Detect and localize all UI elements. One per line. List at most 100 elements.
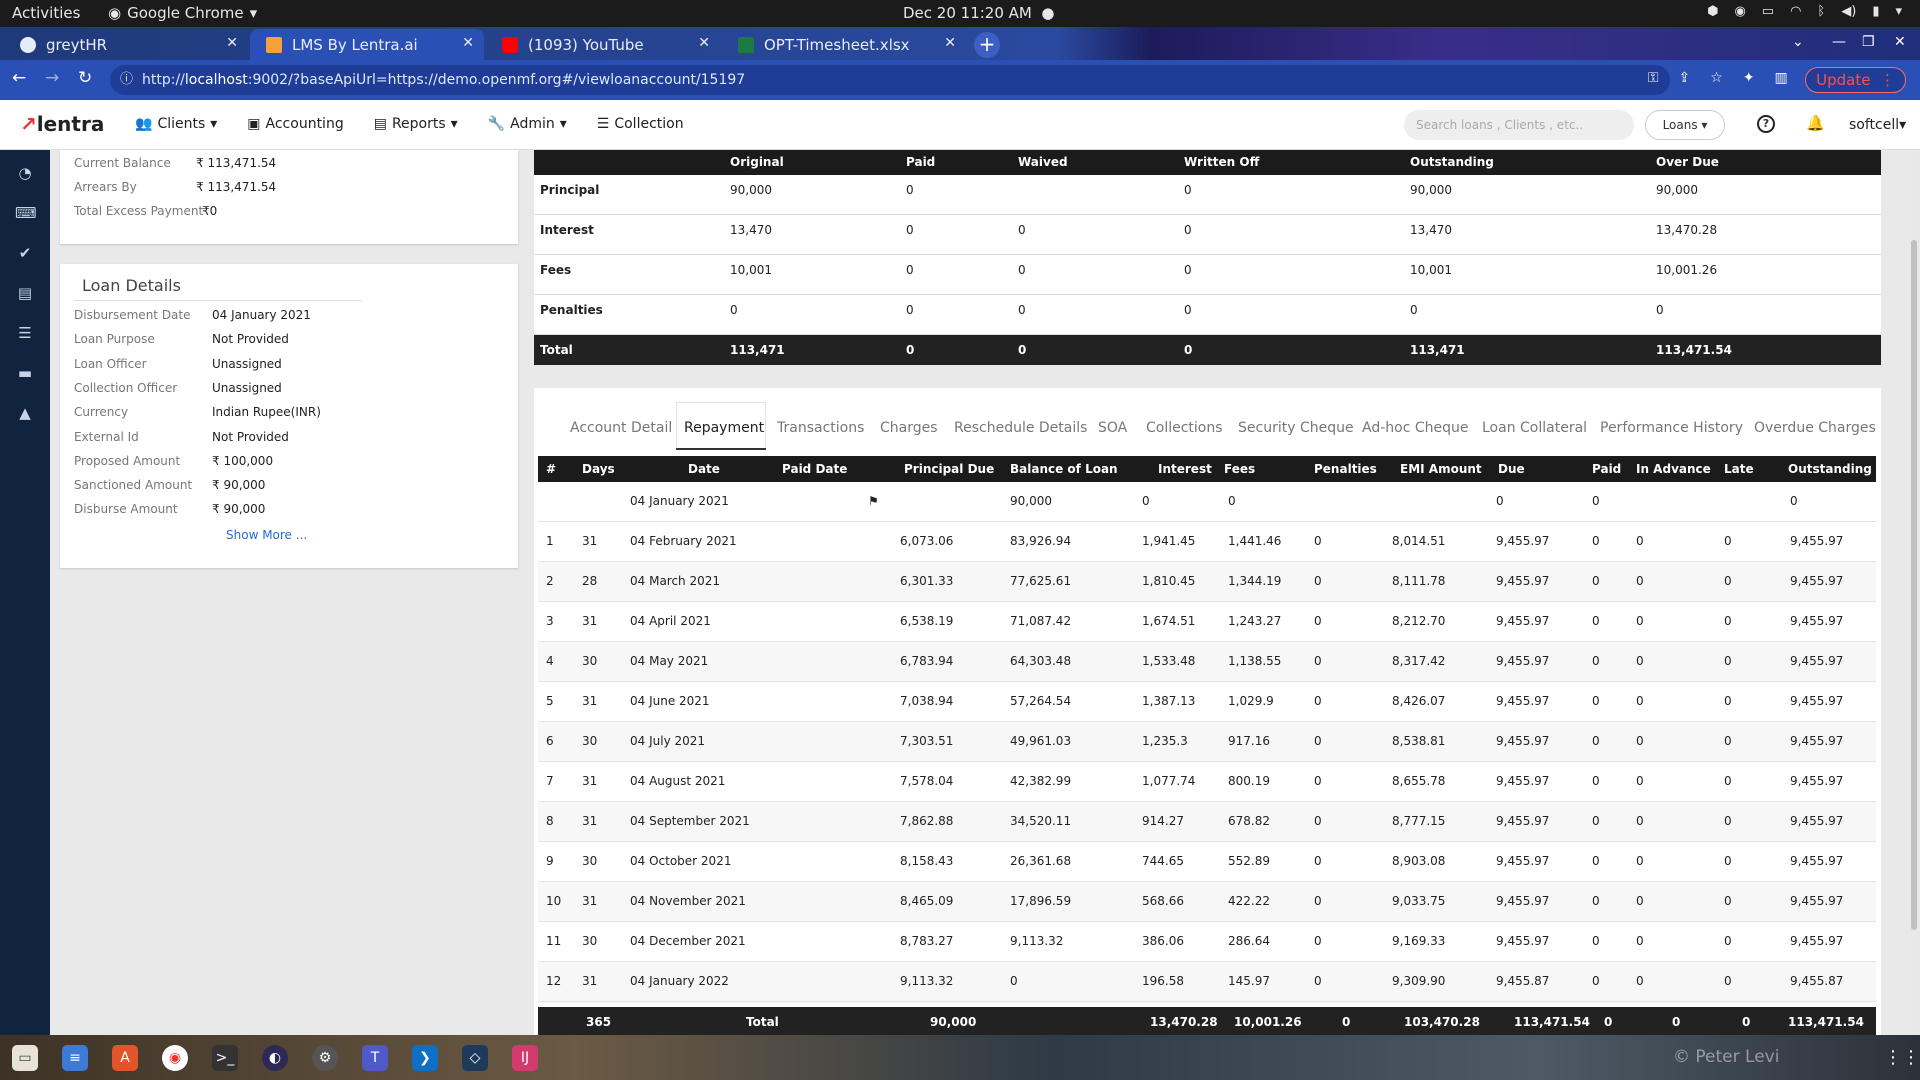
repayment-cell: 8,777.15 [1392,814,1446,828]
tab-transactions[interactable]: Transactions [777,420,864,436]
files-icon[interactable]: ▭ [12,1045,38,1071]
help-icon[interactable]: ? [1757,115,1775,133]
tab-performance-history[interactable]: Performance History [1600,420,1743,436]
page-scrollbar[interactable] [1910,150,1918,1030]
minimize-icon[interactable]: — [1832,34,1846,50]
text-editor-icon[interactable]: ≡ [62,1045,88,1071]
new-tab-button[interactable]: + [974,32,1000,58]
vscode-icon[interactable]: ❯ [412,1045,438,1071]
menu-reports[interactable]: ▤ Reports ▾ [374,116,458,132]
close-tab-icon[interactable]: ✕ [462,35,474,51]
summary-total-cell: Total [540,343,573,357]
repayment-cell: 744.65 [1142,854,1184,868]
app-grid-icon[interactable]: ⋮⋮⋮ [1884,1047,1920,1068]
user-menu[interactable]: softcell▾ [1849,117,1906,133]
dashboard-icon[interactable]: ◔ [15,164,35,182]
software-center-icon[interactable]: A [112,1045,138,1071]
menu-accounting[interactable]: ▣ Accounting [247,116,343,132]
db-tool-icon[interactable]: ◇ [462,1045,488,1071]
tab-soa[interactable]: SOA [1098,420,1127,436]
extensions-icon[interactable]: ✦ [1743,70,1755,86]
tab-security-cheque[interactable]: Security Cheque [1238,420,1354,436]
reload-icon[interactable]: ↻ [78,68,92,88]
summary-cell: 10,001 [1410,263,1452,277]
tab-search-icon[interactable]: ⌄ [1792,34,1804,50]
password-key-icon[interactable]: ⚿ [1648,70,1659,86]
restore-icon[interactable]: ❐ [1862,34,1875,50]
loan-detail-panel: Account Detail Repayment Transactions Charg… [534,388,1881,1037]
bell-icon[interactable]: ▲ [15,404,35,422]
show-more-link[interactable]: Show More ... [226,528,307,542]
repayment-cell: 04 September 2021 [630,814,750,828]
eclipse-icon[interactable]: ◐ [262,1045,288,1071]
share-icon[interactable]: ⇪ [1679,70,1691,86]
bookmark-star-icon[interactable]: ☆ [1710,70,1723,86]
repayment-cell: 0 [1592,494,1600,508]
back-icon[interactable]: ← [12,68,26,88]
tab-reschedule-details[interactable]: Reschedule Details [954,420,1087,436]
activities-button[interactable]: Activities [12,4,80,22]
checkmark-icon[interactable]: ✔ [15,244,35,262]
search-scope-dropdown[interactable]: Loans ▾ [1645,110,1725,140]
detail-value: 04 January 2021 [212,308,311,322]
side-panel-icon[interactable]: ▥ [1775,70,1788,86]
loan-summary-table: Original Paid Waived Written Off Outstanding… [534,150,1881,365]
close-tab-icon[interactable]: ✕ [226,35,238,51]
site-info-icon[interactable]: ⓘ [120,65,133,95]
repayment-cell: 7 [546,774,554,788]
update-button[interactable]: Update ⋮ [1805,67,1906,93]
teams-icon[interactable]: T [362,1045,388,1071]
menu-admin[interactable]: 🔧 Admin ▾ [488,116,567,132]
forward-icon[interactable]: → [45,68,59,88]
tab-account-detail[interactable]: Account Detail [570,420,672,436]
tab-ad-hoc-cheque[interactable]: Ad-hoc Cheque [1362,420,1469,436]
folder-icon[interactable]: ▬ [15,364,35,382]
repayment-cell: 31 [582,814,598,828]
terminal-icon[interactable]: >_ [212,1045,238,1071]
repayment-cell: 7,038.94 [900,694,954,708]
close-window-icon[interactable]: ✕ [1894,34,1906,50]
repayment-cell: 0 [1228,494,1236,508]
menu-collection[interactable]: ☰ Collection [597,116,684,132]
browser-tab-youtube[interactable]: (1093) YouTube ✕ [486,29,720,60]
system-tray[interactable]: ⬢ ◉ ▭ ◠ ᛒ ◀) ▮ ▾ [1707,4,1902,19]
browser-tab-lms[interactable]: LMS By Lentra.ai ✕ [250,29,484,60]
keyboard-icon[interactable]: ⌨ [15,204,37,222]
repayment-cell: 04 November 2021 [630,894,746,908]
tab-overdue-charges[interactable]: Overdue Charges [1754,420,1876,436]
menu-clients[interactable]: 👥 Clients ▾ [135,116,217,132]
clock[interactable]: Dec 20 11:20 AM ● [903,4,1054,22]
tab-repayment[interactable]: Repayment [684,420,764,436]
repayment-cell: 30 [582,934,598,948]
settings-gear-icon[interactable]: ⚙ [312,1045,338,1071]
browser-tab-timesheet[interactable]: OPT-Timesheet.xlsx ✕ [722,29,966,60]
repayment-cell: 57,264.54 [1010,694,1072,708]
detail-value: Indian Rupee(INR) [212,405,321,420]
app-menu[interactable]: ◉ Google Chrome ▾ [108,4,257,22]
tab-collections[interactable]: Collections [1146,420,1223,436]
document-icon[interactable]: ▤ [15,284,35,302]
address-bar[interactable]: ⓘ http://localhost:9002/?baseApiUrl=http… [110,65,1670,95]
intellij-icon[interactable]: IJ [512,1045,538,1071]
list-icon[interactable]: ☰ [15,324,35,342]
notification-bell-icon[interactable]: 🔔 [1806,114,1825,132]
scrollbar-thumb[interactable] [1911,240,1917,930]
repayment-cell: 0 [1636,574,1644,588]
repayment-cell: 8,538.81 [1392,734,1446,748]
disbursement-row: 04 January 2021 90,000 0 0 0 0 0 ⚑ [538,482,1876,522]
lentra-logo[interactable]: ↗lentra [20,112,104,136]
repayment-cell: 7,303.51 [900,734,954,748]
global-search-input[interactable]: Search loans , Clients , etc.. [1404,110,1634,140]
chrome-dock-icon[interactable]: ◉ [162,1045,188,1071]
repayment-cell: 0 [1314,694,1322,708]
tab-charges[interactable]: Charges [880,420,938,436]
detail-label: Proposed Amount [74,453,181,468]
browser-tab-greythr[interactable]: greytHR ✕ [4,29,248,60]
repayment-cell: 196.58 [1142,974,1184,988]
repayment-cell: 9,113.32 [900,974,954,988]
close-tab-icon[interactable]: ✕ [698,35,710,51]
tab-loan-collateral[interactable]: Loan Collateral [1482,420,1587,436]
close-tab-icon[interactable]: ✕ [944,35,956,51]
repayment-cell: 0 [1314,814,1322,828]
summary-header-cell: Over Due [1656,155,1719,169]
